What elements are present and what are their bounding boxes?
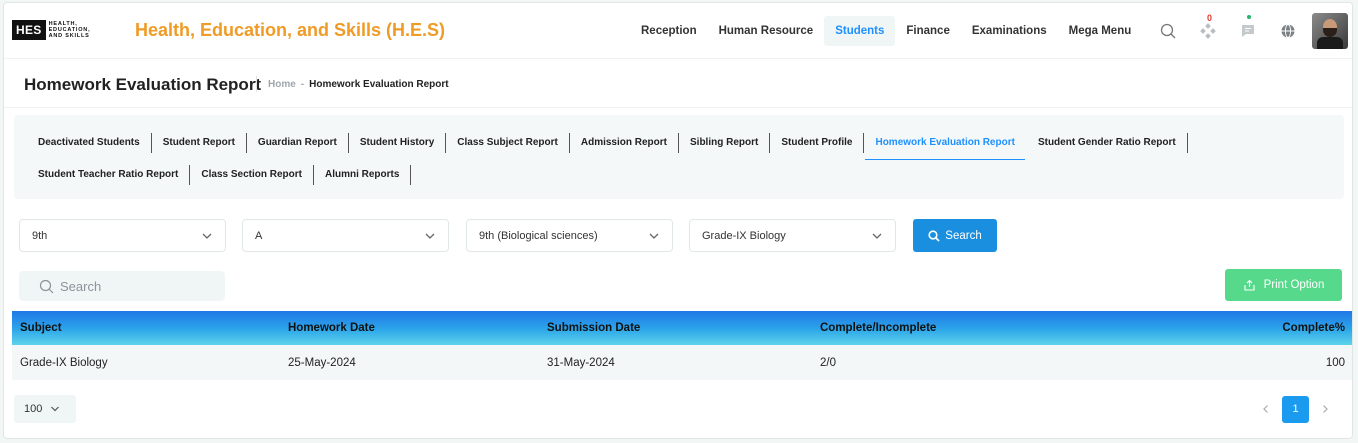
- nav-human-resource[interactable]: Human Resource: [708, 16, 825, 46]
- tab-student-teacher-ratio-report[interactable]: Student Teacher Ratio Report: [28, 165, 188, 185]
- cell-complete-incomplete: 2/0: [820, 356, 836, 369]
- table-header: Subject Homework Date Submission Date Co…: [12, 311, 1352, 345]
- breadcrumb-separator: -: [300, 78, 305, 90]
- chevron-down-icon: [425, 233, 435, 239]
- globe-icon[interactable]: [1268, 11, 1308, 51]
- col-complete-percent[interactable]: Complete%: [1282, 311, 1345, 345]
- tab-homework-evaluation-report[interactable]: Homework Evaluation Report: [865, 133, 1026, 160]
- apps-icon[interactable]: 0: [1188, 11, 1228, 51]
- chat-icon[interactable]: [1228, 11, 1268, 51]
- search-icon: [39, 279, 54, 293]
- notification-count: 0: [1207, 13, 1213, 23]
- tab-guardian-report[interactable]: Guardian Report: [248, 133, 347, 153]
- page-size-select[interactable]: 100: [14, 395, 76, 423]
- page-size-value: 100: [24, 403, 43, 415]
- brand-title: Health, Education, and Skills (H.E.S): [135, 20, 446, 40]
- tab-row-1: Deactivated Students Student Report Guar…: [28, 131, 1189, 160]
- nav-mega-menu[interactable]: Mega Menu: [1058, 16, 1143, 46]
- search-button-label: Search: [945, 229, 982, 242]
- tab-student-profile[interactable]: Student Profile: [771, 133, 862, 153]
- section-select[interactable]: A: [242, 219, 449, 252]
- page-title: Homework Evaluation Report: [24, 75, 262, 94]
- upload-icon: [1244, 279, 1255, 291]
- prev-page-button[interactable]: [1256, 395, 1276, 423]
- tab-deactivated-students[interactable]: Deactivated Students: [28, 133, 150, 153]
- user-avatar[interactable]: [1312, 13, 1348, 49]
- nav-students[interactable]: Students: [824, 16, 896, 46]
- logo-badge: HES: [12, 20, 46, 40]
- tab-admission-report[interactable]: Admission Report: [571, 133, 677, 153]
- main-nav: Reception Human Resource Students Financ…: [630, 14, 1142, 48]
- breadcrumb-home[interactable]: Home: [268, 79, 296, 90]
- pagination: 1: [1256, 395, 1335, 423]
- print-option-button[interactable]: Print Option: [1225, 269, 1342, 301]
- table-search-input[interactable]: [60, 278, 210, 294]
- tab-sibling-report[interactable]: Sibling Report: [680, 133, 768, 153]
- search-icon[interactable]: [1148, 11, 1188, 51]
- col-submission-date[interactable]: Submission Date: [547, 311, 640, 345]
- table-search: [19, 271, 225, 301]
- nav-reception[interactable]: Reception: [630, 16, 708, 46]
- section-select-value: A: [255, 229, 263, 242]
- tab-class-section-report[interactable]: Class Section Report: [191, 165, 312, 185]
- col-subject[interactable]: Subject: [20, 311, 62, 345]
- page-number-button[interactable]: 1: [1282, 395, 1309, 423]
- nav-finance[interactable]: Finance: [895, 16, 960, 46]
- breadcrumb: Home - Homework Evaluation Report: [256, 76, 449, 92]
- chevron-down-icon: [649, 233, 659, 239]
- tab-alumni-reports[interactable]: Alumni Reports: [315, 165, 409, 185]
- cell-homework-date: 25-May-2024: [288, 356, 356, 369]
- header-actions: 0: [1148, 11, 1308, 51]
- print-option-label: Print Option: [1263, 279, 1325, 291]
- table-row[interactable]: Grade-IX Biology 25-May-2024 31-May-2024…: [12, 345, 1352, 380]
- report-tabs: Deactivated Students Student Report Guar…: [14, 115, 1344, 199]
- top-navbar: HES HEALTH, EDUCATION, AND SKILLS Health…: [4, 3, 1352, 59]
- app-window: HES HEALTH, EDUCATION, AND SKILLS Health…: [3, 2, 1353, 439]
- tab-class-subject-report[interactable]: Class Subject Report: [447, 133, 568, 153]
- breadcrumb-current: Homework Evaluation Report: [309, 78, 449, 90]
- chevron-right-icon: [1323, 405, 1328, 413]
- page-header: Homework Evaluation Report Home - Homewo…: [4, 60, 1352, 108]
- chevron-down-icon: [202, 233, 212, 239]
- cell-complete-percent: 100: [1325, 356, 1345, 369]
- chevron-down-icon: [51, 406, 60, 412]
- logo-subtext: HEALTH, EDUCATION, AND SKILLS: [48, 21, 91, 39]
- group-select[interactable]: 9th (Biological sciences): [466, 219, 673, 252]
- chevron-down-icon: [872, 233, 882, 239]
- tab-student-report[interactable]: Student Report: [153, 133, 245, 153]
- class-select[interactable]: 9th: [19, 219, 226, 252]
- nav-examinations[interactable]: Examinations: [961, 16, 1058, 46]
- group-select-value: 9th (Biological sciences): [479, 229, 598, 242]
- chevron-left-icon: [1263, 405, 1268, 413]
- cell-subject: Grade-IX Biology: [20, 356, 108, 369]
- cell-submission-date: 31-May-2024: [547, 356, 615, 369]
- tab-student-gender-ratio-report[interactable]: Student Gender Ratio Report: [1028, 133, 1186, 153]
- subject-select-value: Grade-IX Biology: [702, 229, 786, 242]
- class-select-value: 9th: [32, 229, 48, 242]
- col-homework-date[interactable]: Homework Date: [288, 311, 375, 345]
- col-complete-incomplete[interactable]: Complete/Incomplete: [820, 311, 936, 345]
- search-button[interactable]: Search: [913, 219, 997, 252]
- subject-select[interactable]: Grade-IX Biology: [689, 219, 896, 252]
- next-page-button[interactable]: [1315, 395, 1335, 423]
- tab-student-history[interactable]: Student History: [350, 133, 444, 153]
- hes-logo[interactable]: HES HEALTH, EDUCATION, AND SKILLS: [12, 19, 90, 41]
- search-icon: [928, 229, 940, 242]
- online-dot: [1247, 15, 1251, 19]
- tab-row-2: Student Teacher Ratio Report Class Secti…: [28, 163, 412, 187]
